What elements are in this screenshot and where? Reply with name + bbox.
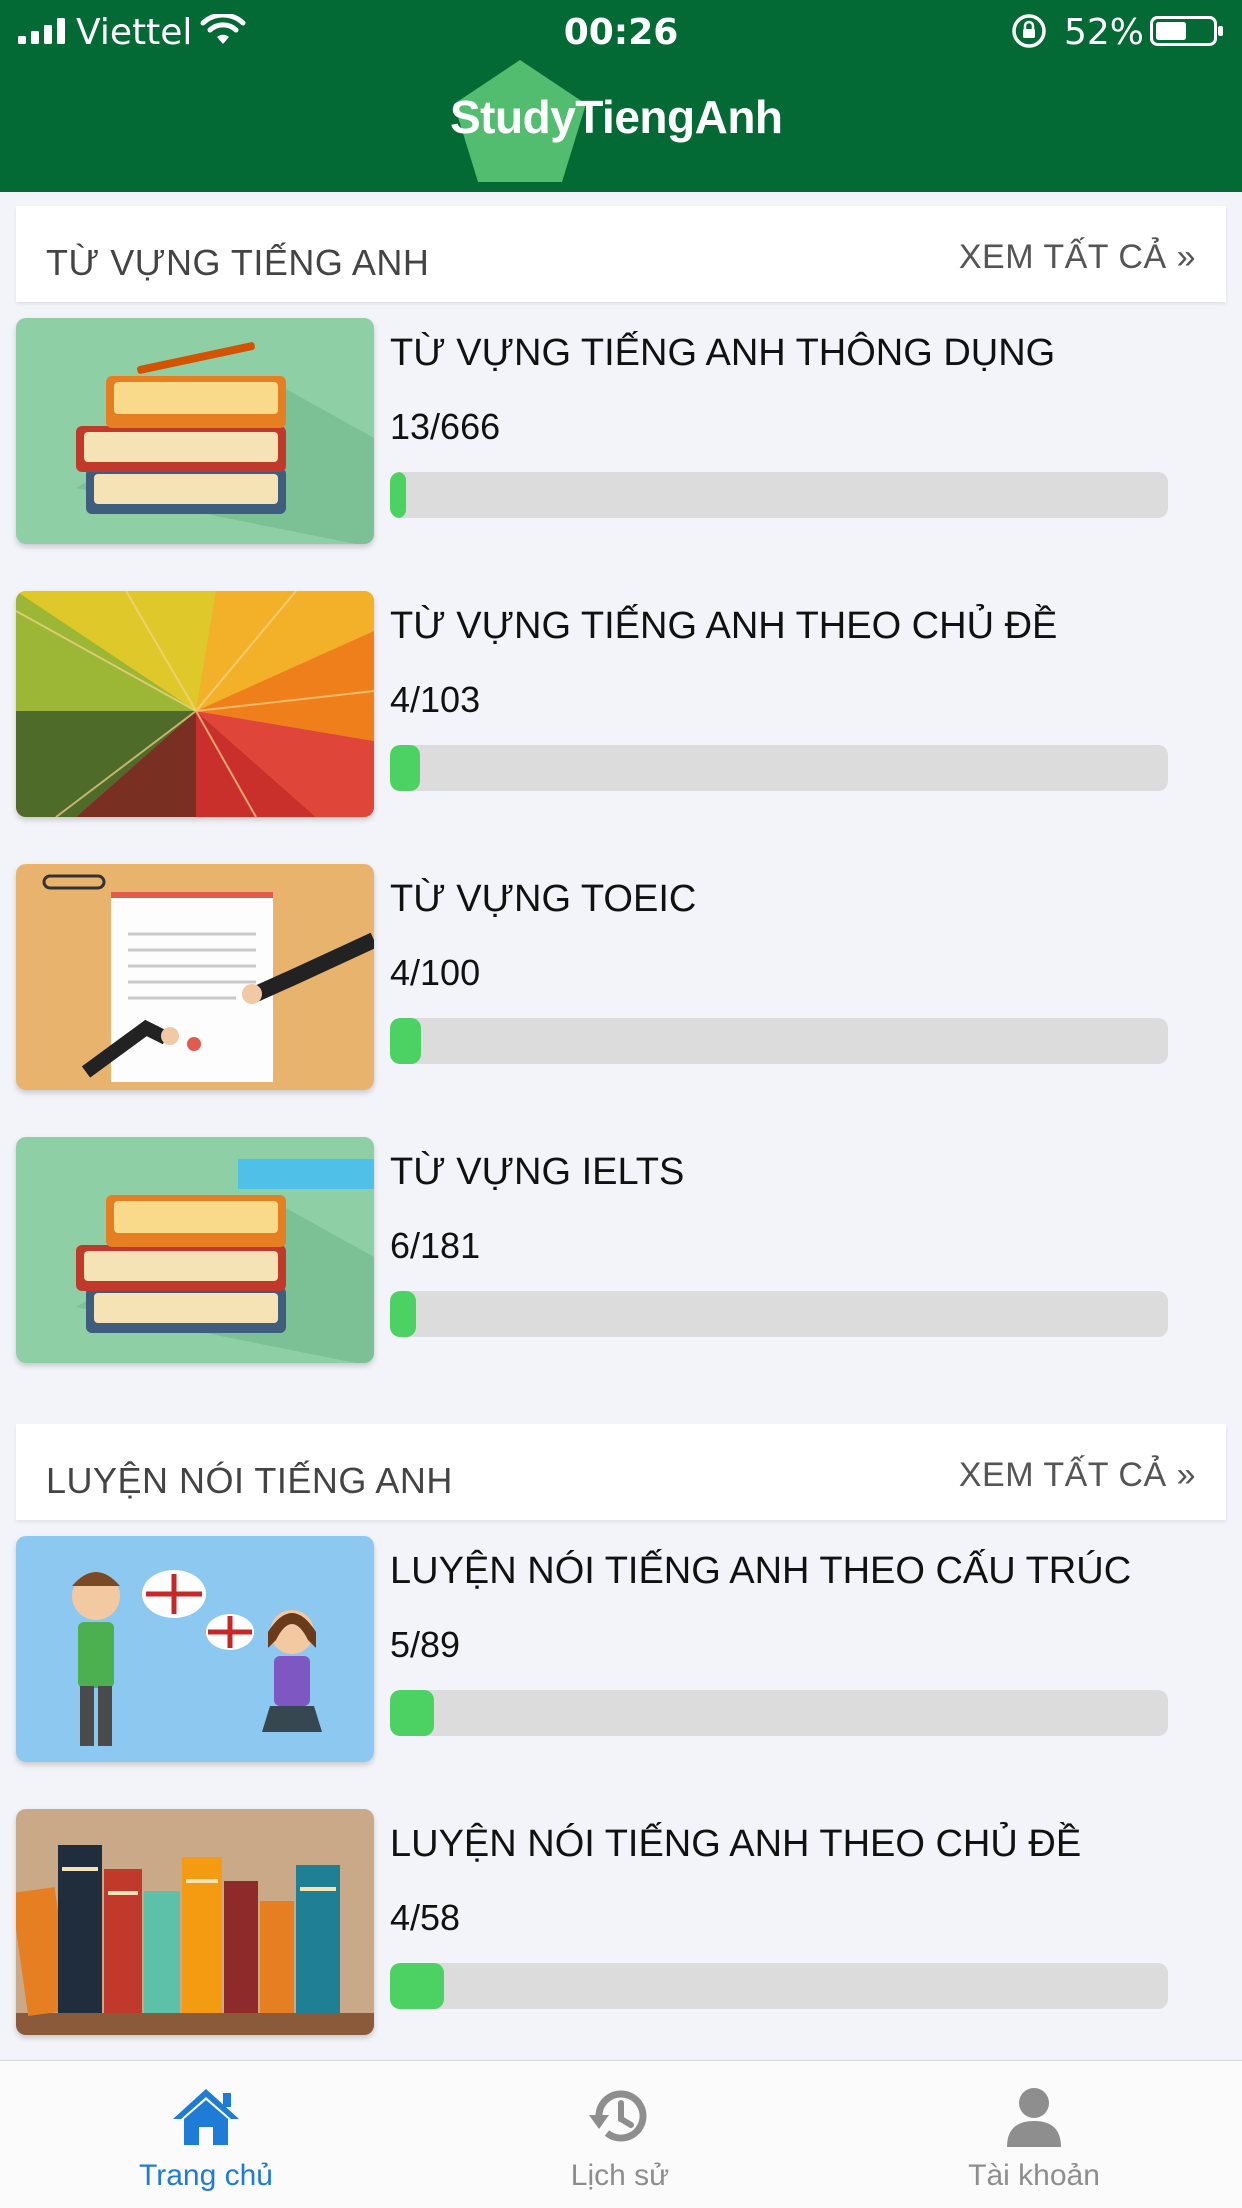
progress-fill bbox=[390, 1291, 416, 1337]
app-header: Viettel 00:26 52% StudyTiengAnh bbox=[0, 0, 1242, 192]
progress-fill bbox=[390, 1690, 434, 1736]
status-bar: Viettel 00:26 52% bbox=[0, 0, 1242, 62]
progress-bar bbox=[390, 1291, 1168, 1337]
course-card[interactable]: TỪ VỰNG TIẾNG ANH THÔNG DỤNG 13/666 bbox=[16, 318, 1226, 544]
course-title: TỪ VỰNG TOEIC bbox=[390, 878, 697, 920]
ielts-books-image bbox=[16, 1137, 374, 1363]
nav-home[interactable]: Trang chủ bbox=[76, 2061, 336, 2208]
progress-fill bbox=[390, 1018, 422, 1064]
app-logo: StudyTiengAnh bbox=[440, 58, 800, 184]
section-title: TỪ VỰNG TIẾNG ANH bbox=[46, 242, 430, 283]
course-title: TỪ VỰNG IELTS bbox=[390, 1151, 685, 1193]
books-shelf-image bbox=[16, 1809, 374, 2035]
course-progress-count: 4/100 bbox=[390, 952, 481, 993]
progress-bar bbox=[390, 745, 1168, 791]
course-card[interactable]: TỪ VỰNG IELTS 6/181 bbox=[16, 1137, 1226, 1363]
see-all-link[interactable]: XEM TẤT CẢ » bbox=[959, 1456, 1196, 1495]
progress-bar bbox=[390, 1690, 1168, 1736]
progress-bar bbox=[390, 1018, 1168, 1064]
logo-text: StudyTiengAnh bbox=[450, 91, 783, 143]
section-header-vocabulary: TỪ VỰNG TIẾNG ANH XEM TẤT CẢ » bbox=[16, 206, 1226, 302]
history-icon bbox=[589, 2090, 647, 2142]
course-card[interactable]: LUYỆN NÓI TIẾNG ANH THEO CHỦ ĐỀ 4/58 bbox=[16, 1809, 1226, 2035]
nav-history[interactable]: Lịch sử bbox=[490, 2061, 750, 2208]
rotation-lock-icon bbox=[1012, 14, 1046, 48]
people-talking-image bbox=[16, 1536, 374, 1762]
autumn-leaf-image bbox=[16, 591, 374, 817]
course-card[interactable]: TỪ VỰNG TOEIC 4/100 bbox=[16, 864, 1226, 1090]
progress-fill bbox=[390, 1963, 444, 2009]
battery-percent: 52% bbox=[1064, 12, 1145, 53]
course-title: TỪ VỰNG TIẾNG ANH THÔNG DỤNG bbox=[390, 332, 1056, 374]
course-title: TỪ VỰNG TIẾNG ANH THEO CHỦ ĐỀ bbox=[390, 605, 1058, 647]
contract-signing-image bbox=[16, 864, 374, 1090]
course-progress-count: 5/89 bbox=[390, 1624, 461, 1665]
account-icon bbox=[1007, 2088, 1061, 2147]
progress-bar bbox=[390, 1963, 1168, 2009]
see-all-link[interactable]: XEM TẤT CẢ » bbox=[959, 238, 1196, 277]
progress-fill bbox=[390, 745, 421, 791]
nav-label: Tài khoản bbox=[968, 2159, 1100, 2192]
course-progress-count: 4/58 bbox=[390, 1897, 461, 1938]
course-title: LUYỆN NÓI TIẾNG ANH THEO CẤU TRÚC bbox=[390, 1550, 1132, 1592]
battery-icon bbox=[1150, 16, 1223, 46]
home-icon bbox=[173, 2089, 239, 2145]
nav-label: Trang chủ bbox=[139, 2159, 273, 2192]
status-time: 00:26 bbox=[563, 12, 679, 53]
progress-fill bbox=[390, 472, 406, 518]
course-progress-count: 4/103 bbox=[390, 679, 481, 720]
course-progress-count: 13/666 bbox=[390, 406, 501, 447]
course-progress-count: 6/181 bbox=[390, 1225, 481, 1266]
bottom-navigation: Trang chủ Lịch sử Tài khoản bbox=[0, 2060, 1242, 2208]
course-card[interactable]: LUYỆN NÓI TIẾNG ANH THEO CẤU TRÚC 5/89 bbox=[16, 1536, 1226, 1762]
section-title: LUYỆN NÓI TIẾNG ANH bbox=[46, 1460, 453, 1501]
nav-label: Lịch sử bbox=[570, 2159, 670, 2192]
course-title: LUYỆN NÓI TIẾNG ANH THEO CHỦ ĐỀ bbox=[390, 1823, 1082, 1865]
nav-account[interactable]: Tài khoản bbox=[904, 2061, 1164, 2208]
section-header-speaking: LUYỆN NÓI TIẾNG ANH XEM TẤT CẢ » bbox=[16, 1424, 1226, 1520]
progress-bar bbox=[390, 472, 1168, 518]
course-card[interactable]: TỪ VỰNG TIẾNG ANH THEO CHỦ ĐỀ 4/103 bbox=[16, 591, 1226, 817]
stacked-books-image bbox=[16, 318, 374, 544]
